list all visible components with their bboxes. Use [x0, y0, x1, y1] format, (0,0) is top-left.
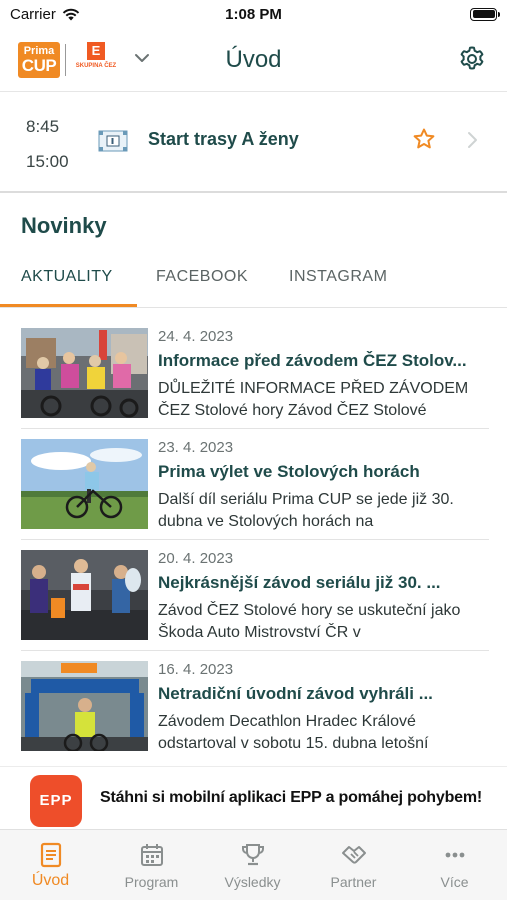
- news-date: 23. 4. 2023: [158, 439, 234, 456]
- status-right: [317, 7, 500, 21]
- tabbar-item-partner[interactable]: Partner: [303, 830, 404, 900]
- bottom-tab-bar: Úvod Program Výsledky Partner Více: [0, 829, 507, 900]
- news-section-title: Novinky: [21, 213, 107, 238]
- news-excerpt: Závod ČEZ Stolové hory se uskuteční jako…: [158, 602, 461, 641]
- news-item[interactable]: 16. 4. 2023 Netradiční úvodní závod vyhr…: [0, 651, 507, 762]
- news-item[interactable]: 20. 4. 2023 Nejkrásnější závod seriálu j…: [0, 540, 507, 651]
- chevron-right-icon: [468, 132, 477, 148]
- news-excerpt: Závodem Decathlon Hradec Králové odstart…: [158, 713, 429, 752]
- tabbar-item-uvod[interactable]: Úvod: [0, 830, 101, 900]
- tabbar-label: Partner: [330, 874, 377, 890]
- news-item[interactable]: 24. 4. 2023 Informace před závodem ČEZ S…: [0, 318, 507, 429]
- tabbar-item-program[interactable]: Program: [101, 830, 202, 900]
- tabbar-label: Výsledky: [224, 874, 281, 890]
- epp-promo-banner[interactable]: EPP Stáhni si mobilní aplikaci EPP a pom…: [0, 766, 507, 828]
- app-header: Prima CUP E SKUPINA ČEZ Úvod: [0, 28, 507, 92]
- event-times: 8:45 15:00: [26, 109, 69, 179]
- trophy-icon: [242, 844, 264, 866]
- news-thumbnail: [21, 439, 148, 529]
- tab-instagram[interactable]: INSTAGRAM: [289, 268, 387, 286]
- news-date: 16. 4. 2023: [158, 661, 234, 678]
- news-headline: Netradiční úvodní závod vyhráli ...: [158, 684, 433, 703]
- active-tab-indicator: [0, 304, 137, 307]
- news-headline: Nejkrásnější závod seriálu již 30. ...: [158, 573, 441, 592]
- news-thumbnail: [21, 328, 148, 418]
- more-dots-icon: [445, 852, 465, 858]
- carrier-label: Carrier: [10, 5, 56, 23]
- handshake-icon: [342, 846, 366, 864]
- news-headline: Prima výlet ve Stolových horách: [158, 462, 420, 481]
- tabbar-item-vysledky[interactable]: Výsledky: [202, 830, 303, 900]
- epp-app-logo: EPP: [30, 775, 82, 827]
- news-excerpt: Další díl seriálu Prima CUP se jede již …: [158, 491, 454, 530]
- tabbar-label: Více: [440, 874, 469, 890]
- tab-aktuality[interactable]: AKTUALITY: [21, 268, 113, 286]
- news-list: 24. 4. 2023 Informace před závodem ČEZ S…: [0, 318, 507, 763]
- news-thumbnail: [21, 550, 148, 640]
- banner-text: Stáhni si mobilní aplikaci EPP a pomáhej…: [100, 789, 482, 806]
- news-date: 24. 4. 2023: [158, 328, 234, 345]
- tabbar-label: Program: [124, 874, 179, 890]
- tabbar-label: Úvod: [31, 872, 70, 889]
- favorite-star-icon[interactable]: [412, 127, 436, 151]
- gear-icon[interactable]: [458, 45, 486, 73]
- news-excerpt: DŮLEŽITÉ INFORMACE PŘED ZÁVODEM ČEZ Stol…: [158, 380, 469, 419]
- news-date: 20. 4. 2023: [158, 550, 234, 567]
- event-end-time: 15:00: [26, 152, 69, 171]
- battery-icon: [470, 7, 500, 21]
- calendar-icon: [141, 844, 163, 866]
- tab-facebook[interactable]: FACEBOOK: [156, 268, 248, 286]
- status-left: Carrier: [10, 6, 190, 23]
- news-tabs: AKTUALITY FACEBOOK INSTAGRAM: [0, 256, 507, 308]
- page-title: Úvod: [225, 46, 282, 73]
- news-headline: Informace před závodem ČEZ Stolov...: [158, 351, 467, 370]
- wifi-icon: [62, 8, 80, 20]
- news-item[interactable]: 23. 4. 2023 Prima výlet ve Stolových hor…: [0, 429, 507, 540]
- event-start-time: 8:45: [26, 117, 60, 136]
- featured-event-row[interactable]: 8:45 15:00 Start trasy A ženy: [0, 93, 507, 193]
- status-bar: Carrier 1:08 PM: [0, 0, 507, 28]
- status-time: 1:08 PM: [225, 5, 282, 23]
- document-icon: [40, 842, 62, 868]
- start-flag-icon: [98, 130, 128, 152]
- event-title: Start trasy A ženy: [148, 129, 299, 149]
- news-thumbnail: [21, 661, 148, 751]
- tabbar-item-vice[interactable]: Více: [404, 830, 505, 900]
